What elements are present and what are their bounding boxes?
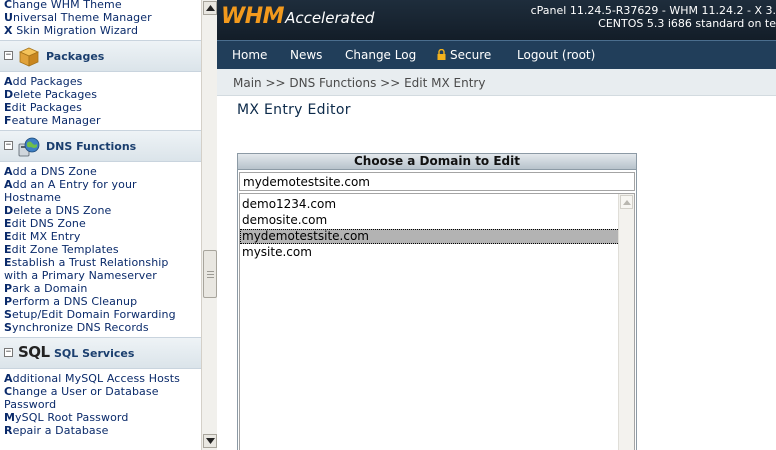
chevron-up-icon [206, 5, 215, 11]
sidebar-link-feature-manager[interactable]: Feature Manager [0, 114, 201, 127]
sidebar-link-edit-mx-entry[interactable]: Edit MX Entry [0, 230, 201, 243]
sidebar-link-change-whm-theme[interactable]: Change WHM Theme [0, 0, 201, 11]
header: WHMAccelerated cPanel 11.24.5-R37629 - W… [217, 0, 776, 40]
domain-option[interactable]: demosite.com [240, 213, 620, 228]
sidebar-link-edit-zone-templates[interactable]: Edit Zone Templates [0, 243, 201, 256]
domain-chooser: Choose a Domain to Edit demo1234.com dem… [237, 153, 637, 450]
sidebar-link-change-db-password[interactable]: Change a User or Database Password [0, 385, 190, 411]
list-scroll-up-button[interactable] [620, 195, 633, 209]
scroll-thumb[interactable] [203, 250, 217, 298]
sidebar-link-delete-dns-zone[interactable]: Delete a DNS Zone [0, 204, 201, 217]
sql-icon: SQL [18, 343, 50, 361]
sidebar-link-park-domain[interactable]: Park a Domain [0, 282, 201, 295]
build-info: cPanel 11.24.5-R37629 - WHM 11.24.2 - X … [531, 4, 776, 30]
sidebar-link-delete-packages[interactable]: Delete Packages [0, 88, 201, 101]
sidebar: Change WHM Theme Universal Theme Manager… [0, 0, 201, 450]
sidebar-link-add-a-entry[interactable]: Add an A Entry for your Hostname [0, 178, 190, 204]
sidebar-link-x-skin-migration[interactable]: X Skin Migration Wizard [0, 24, 201, 37]
whm-logo[interactable]: WHMAccelerated [221, 4, 374, 34]
chevron-up-icon [623, 200, 631, 205]
section-title: Packages [46, 50, 105, 63]
domain-listbox[interactable]: demo1234.com demosite.com mydemotestsite… [239, 193, 635, 450]
breadcrumb-text[interactable]: Main >> DNS Functions >> Edit MX Entry [233, 76, 485, 90]
sidebar-link-synchronize-dns[interactable]: Synchronize DNS Records [0, 321, 201, 334]
sidebar-link-mysql-access-hosts[interactable]: Additional MySQL Access Hosts [0, 372, 201, 385]
sidebar-scrollbar[interactable] [201, 0, 217, 450]
chooser-heading: Choose a Domain to Edit [238, 154, 636, 170]
sidebar-link-establish-trust[interactable]: Establish a Trust Relationship with a Pr… [0, 256, 190, 282]
build-os-text: CENTOS 5.3 i686 standard on te [598, 17, 776, 30]
build-version-text: cPanel 11.24.5-R37629 - WHM 11.24.2 - X … [530, 4, 776, 17]
nav-logout[interactable]: Logout (root) [517, 48, 595, 62]
sidebar-section-packages[interactable]: − Packages [0, 40, 201, 72]
scroll-up-button[interactable] [203, 1, 217, 15]
collapse-toggle-icon[interactable]: − [4, 348, 13, 357]
package-icon [19, 47, 39, 67]
breadcrumb: Main >> DNS Functions >> Edit MX Entry [217, 69, 776, 96]
sidebar-link-dns-cleanup[interactable]: Perform a DNS Cleanup [0, 295, 201, 308]
domain-option-selected[interactable]: mydemotestsite.com [240, 229, 620, 244]
lock-icon [437, 49, 446, 60]
domain-option[interactable]: demo1234.com [240, 197, 620, 212]
top-nav: Home News Change Log Secure Logout (root… [217, 40, 776, 69]
sidebar-link-mysql-root-password[interactable]: MySQL Root Password [0, 411, 201, 424]
collapse-toggle-icon[interactable]: − [4, 51, 13, 60]
section-title: SQL Services [54, 347, 135, 360]
section-title: DNS Functions [46, 140, 137, 153]
scroll-down-button[interactable] [203, 434, 217, 448]
domain-option[interactable]: mysite.com [240, 245, 620, 260]
sidebar-link-domain-forwarding[interactable]: Setup/Edit Domain Forwarding [0, 308, 201, 321]
sidebar-section-sql-services[interactable]: − SQL SQL Services [0, 337, 201, 369]
domain-list-scrollbar[interactable] [618, 194, 634, 450]
collapse-toggle-icon[interactable]: − [4, 141, 13, 150]
page-title: MX Entry Editor [237, 102, 351, 118]
dns-globe-icon [18, 137, 40, 157]
nav-news[interactable]: News [290, 48, 322, 62]
sidebar-link-edit-dns-zone[interactable]: Edit DNS Zone [0, 217, 201, 230]
sidebar-link-universal-theme-manager[interactable]: Universal Theme Manager [0, 11, 201, 24]
sidebar-link-edit-packages[interactable]: Edit Packages [0, 101, 201, 114]
sidebar-link-repair-database[interactable]: Repair a Database [0, 424, 201, 437]
sidebar-link-add-packages[interactable]: Add Packages [0, 75, 201, 88]
domain-input[interactable] [239, 172, 635, 191]
nav-change-log[interactable]: Change Log [345, 48, 416, 62]
sidebar-link-add-dns-zone[interactable]: Add a DNS Zone [0, 165, 201, 178]
sidebar-section-dns-functions[interactable]: − DNS Functions [0, 130, 201, 162]
chevron-down-icon [206, 438, 215, 444]
nav-home[interactable]: Home [232, 48, 267, 62]
nav-secure[interactable]: Secure [437, 48, 491, 62]
